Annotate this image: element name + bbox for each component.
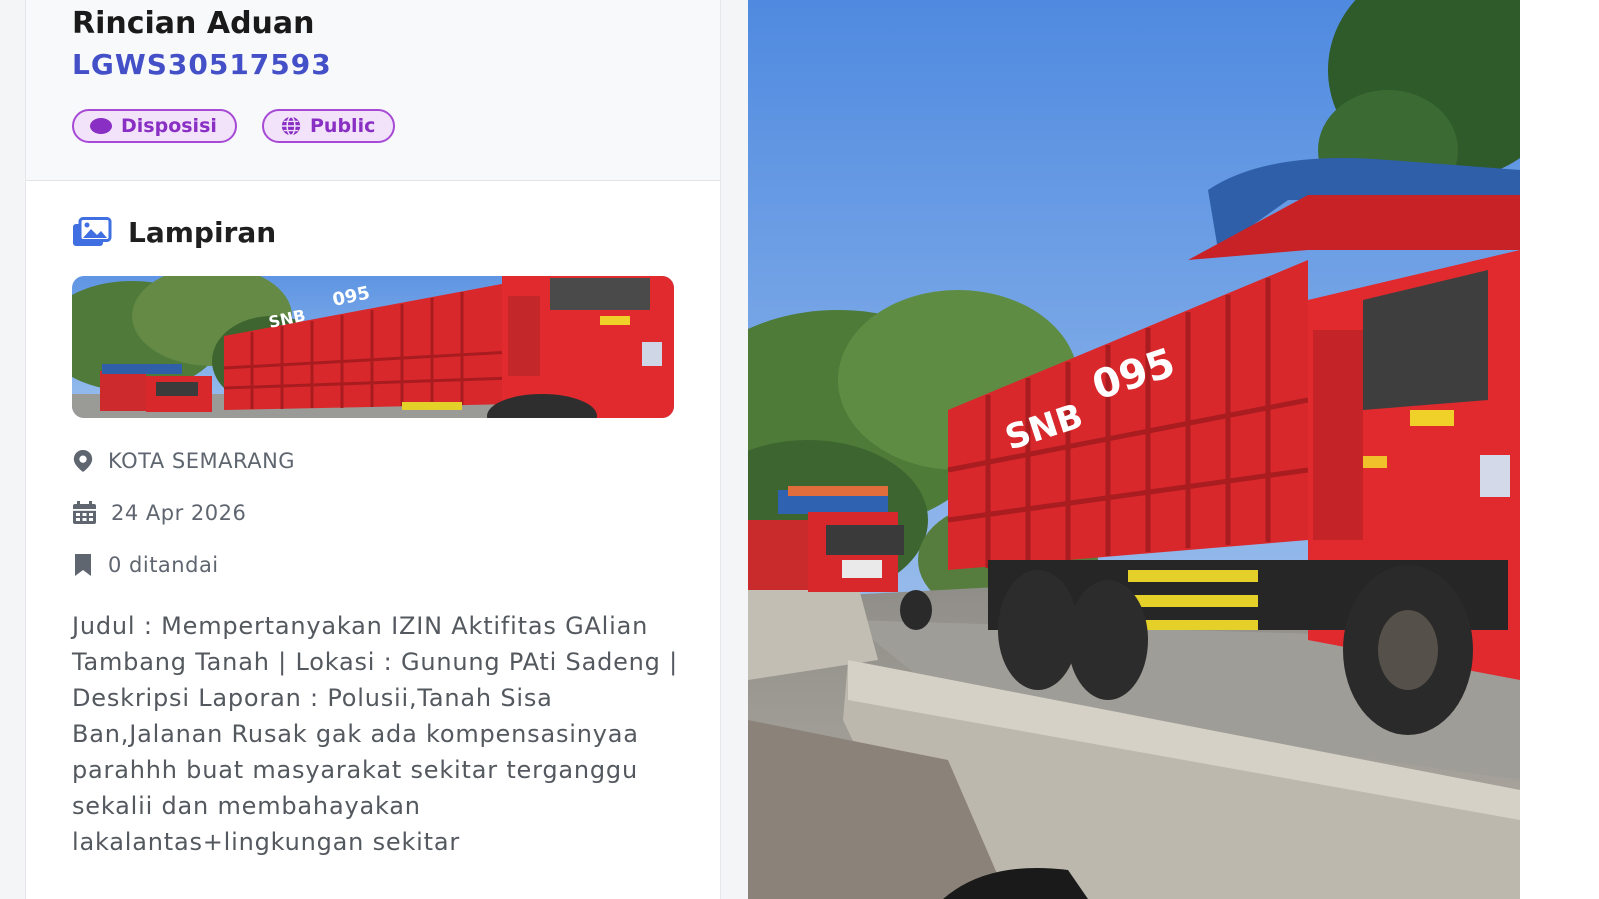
globe-icon bbox=[281, 116, 301, 136]
visibility-badge-label: Public bbox=[310, 115, 376, 137]
status-badge-label: Disposisi bbox=[121, 115, 217, 137]
status-badge: Disposisi bbox=[72, 109, 237, 143]
date-text: 24 Apr 2026 bbox=[111, 501, 247, 525]
location-row: KOTA SEMARANG bbox=[72, 449, 295, 473]
bookmark-count: 0 ditandai bbox=[108, 553, 219, 577]
attachments-title: Lampiran bbox=[128, 216, 277, 249]
complaint-description: Judul : Mempertanyakan IZIN Aktifitas GA… bbox=[72, 612, 679, 856]
status-dot-icon bbox=[90, 118, 112, 134]
date-row: 24 Apr 2026 bbox=[72, 501, 246, 525]
visibility-badge: Public bbox=[262, 109, 396, 143]
complaint-code: LGWS30517593 bbox=[72, 48, 332, 81]
page-title: Rincian Aduan bbox=[72, 6, 315, 41]
attachment-thumbnail-image: SNB 095 bbox=[72, 276, 674, 418]
bookmark-icon[interactable] bbox=[72, 553, 94, 577]
complaint-detail-card: Rincian Aduan LGWS30517593 Disposisi Pub… bbox=[25, 0, 721, 899]
attachments-heading: Lampiran bbox=[72, 216, 276, 249]
calendar-icon bbox=[73, 501, 96, 524]
image-gallery-icon bbox=[73, 216, 112, 246]
map-pin-icon bbox=[73, 450, 93, 472]
location-text: KOTA SEMARANG bbox=[108, 449, 296, 473]
attachment-preview-image: SNB 095 bbox=[748, 0, 1520, 899]
card-header: Rincian Aduan LGWS30517593 Disposisi Pub… bbox=[26, 0, 720, 181]
attachment-thumbnail[interactable]: SNB 095 bbox=[72, 276, 674, 418]
bookmark-row[interactable]: 0 ditandai bbox=[72, 553, 219, 577]
